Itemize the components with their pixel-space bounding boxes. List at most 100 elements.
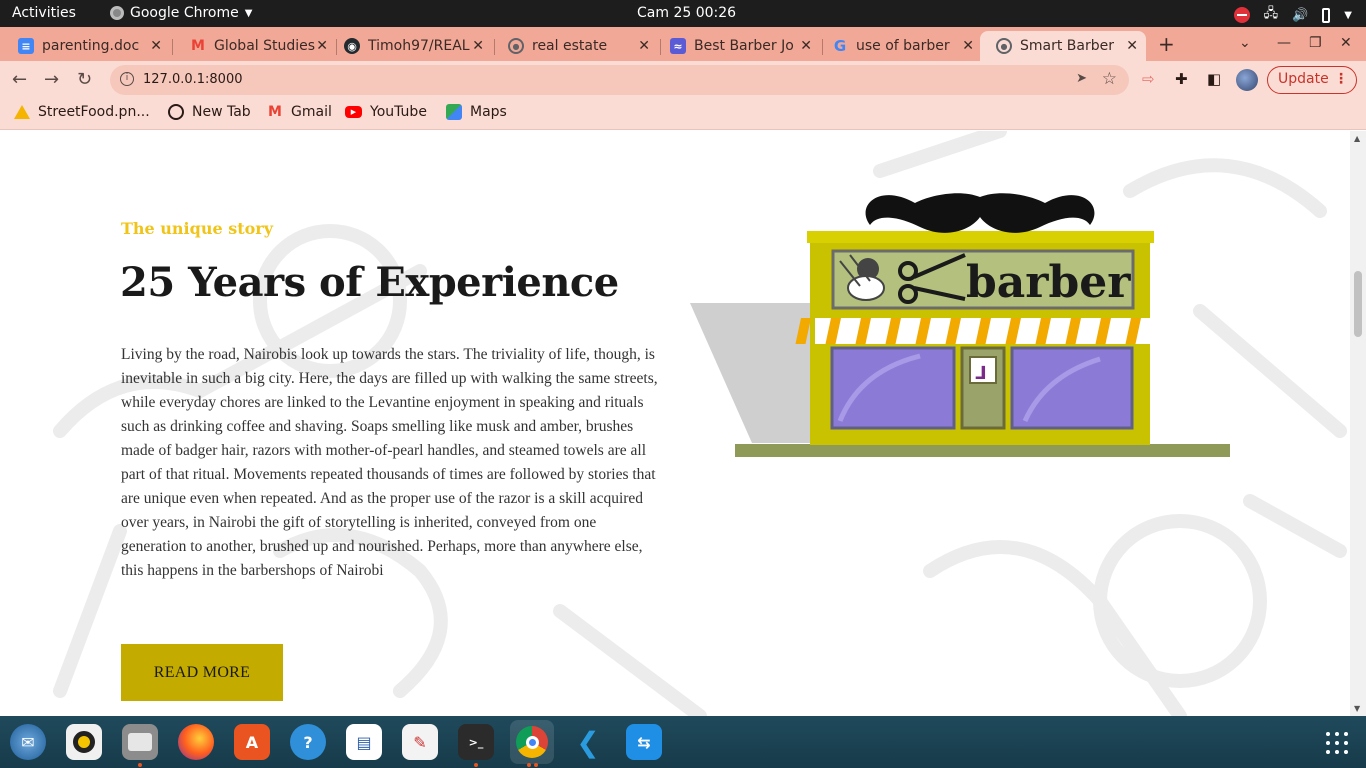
files-icon[interactable]: [122, 724, 158, 760]
close-icon[interactable]: ✕: [472, 38, 484, 54]
bookmark-maps[interactable]: Maps: [446, 104, 507, 120]
page-scrollbar[interactable]: ▲ ▼: [1350, 131, 1366, 716]
page-viewport[interactable]: The unique story 25 Years of Experience …: [0, 131, 1366, 716]
activities-button[interactable]: Activities: [12, 5, 76, 21]
restore-icon[interactable]: ❐: [1309, 35, 1322, 51]
volume-icon: 🔊: [1292, 7, 1309, 23]
network-icon: 🖧: [1263, 6, 1279, 21]
bookmarks-bar: StreetFood.pn... New Tab M Gmail ▶ YouTu…: [0, 99, 1366, 130]
bookmark-streetfood[interactable]: StreetFood.pn...: [14, 104, 150, 120]
clock[interactable]: Cam 25 00:26: [637, 5, 736, 21]
tab-title: Smart Barber: [1020, 38, 1114, 54]
close-icon[interactable]: ✕: [638, 38, 650, 54]
chevron-down-icon: ▼: [244, 7, 253, 19]
shop-window-left: [830, 346, 956, 430]
site-icon: ≈: [670, 38, 686, 54]
minimize-icon[interactable]: —: [1277, 35, 1291, 51]
screencast-extension-icon[interactable]: ⇨: [1142, 70, 1155, 88]
update-label: Update: [1278, 71, 1329, 87]
app-center-icon[interactable]: A: [234, 724, 270, 760]
read-more-button[interactable]: READ MORE: [121, 644, 283, 701]
tab-real-estate[interactable]: ● real estate ✕: [492, 31, 658, 61]
url-text[interactable]: 127.0.0.1:8000: [143, 72, 243, 87]
tab-use-of-barber[interactable]: G use of barber ✕: [816, 31, 982, 61]
firefox-icon[interactable]: [178, 724, 214, 760]
close-icon[interactable]: ✕: [800, 38, 812, 54]
close-icon[interactable]: ✕: [150, 38, 162, 54]
google-icon: G: [833, 37, 847, 55]
close-window-icon[interactable]: ✕: [1340, 35, 1352, 51]
bookmark-star-icon[interactable]: ☆: [1102, 69, 1117, 89]
globe-icon: [168, 104, 184, 120]
vscode-icon[interactable]: ❮: [570, 724, 606, 760]
barber-shop-illustration: barber ⅃: [690, 193, 1230, 457]
address-bar[interactable]: i 127.0.0.1:8000 ➤ ☆: [110, 65, 1129, 95]
scroll-down-icon[interactable]: ▼: [1354, 704, 1360, 713]
google-drive-icon: [14, 105, 30, 119]
tab-best-barber[interactable]: ≈ Best Barber Jo ✕: [654, 31, 820, 61]
system-top-bar: Activities Google Chrome ▼ Cam 25 00:26 …: [0, 0, 1366, 27]
new-tab-button[interactable]: +: [1158, 32, 1175, 56]
tab-smart-barber[interactable]: ● Smart Barber ✕: [980, 31, 1146, 61]
google-maps-icon: [446, 104, 462, 120]
terminal-icon[interactable]: >_: [458, 724, 494, 760]
close-icon[interactable]: ✕: [316, 38, 328, 54]
globe-icon: ●: [996, 38, 1012, 54]
close-icon[interactable]: ✕: [1126, 38, 1138, 54]
forward-icon[interactable]: →: [44, 69, 59, 90]
profile-avatar[interactable]: [1236, 69, 1258, 91]
do-not-disturb-icon: [1233, 7, 1250, 23]
thunderbird-icon[interactable]: ✉: [10, 724, 46, 760]
svg-text:⅃: ⅃: [975, 363, 986, 384]
gmail-icon: M: [191, 38, 205, 54]
tab-github[interactable]: ◉ Timoh97/REAL ✕: [328, 31, 492, 61]
tab-title: use of barber: [856, 38, 950, 54]
scroll-up-icon[interactable]: ▲: [1354, 134, 1360, 143]
bookmark-label: Maps: [470, 104, 507, 120]
tab-title: parenting.doc: [42, 38, 140, 54]
text-editor-icon[interactable]: ✎: [402, 724, 438, 760]
globe-icon: ●: [508, 38, 524, 54]
gmail-icon: M: [268, 104, 282, 120]
tab-title: Best Barber Jo: [694, 38, 794, 54]
shop-sign-text: barber: [966, 257, 1131, 308]
close-icon[interactable]: ✕: [962, 38, 974, 54]
back-icon[interactable]: ←: [12, 69, 27, 90]
site-info-icon[interactable]: i: [120, 72, 134, 86]
bookmark-gmail[interactable]: M Gmail: [267, 104, 332, 120]
more-menu-icon: ⋮: [1334, 71, 1348, 87]
reload-icon[interactable]: ↻: [77, 69, 92, 90]
chrome-icon: [516, 726, 548, 758]
mustache-icon: [865, 193, 1095, 233]
send-tab-icon[interactable]: ➤: [1076, 71, 1087, 86]
google-docs-icon: ≡: [18, 38, 34, 54]
system-tray[interactable]: 🖧 🔊 ▼: [1233, 4, 1352, 26]
extensions-puzzle-icon[interactable]: ✚: [1175, 70, 1188, 88]
github-icon: ◉: [344, 38, 360, 54]
teamviewer-icon[interactable]: ⇆: [626, 724, 662, 760]
dock: ✉ A ? ▤ ✎ >_ ❮ ⇆: [0, 716, 1366, 768]
libreoffice-writer-icon[interactable]: ▤: [346, 724, 382, 760]
app-menu[interactable]: Google Chrome ▼: [110, 5, 252, 21]
tab-global-studies[interactable]: M Global Studies ✕: [174, 31, 336, 61]
bookmark-youtube[interactable]: ▶ YouTube: [345, 104, 427, 120]
bookmark-label: Gmail: [291, 104, 332, 120]
section-eyebrow: The unique story: [121, 219, 273, 238]
tab-search-icon[interactable]: ⌄: [1239, 35, 1251, 51]
help-icon[interactable]: ?: [290, 724, 326, 760]
update-button[interactable]: Update ⋮: [1267, 66, 1357, 94]
show-applications-icon[interactable]: [1326, 732, 1348, 754]
page-title: 25 Years of Experience: [120, 259, 619, 306]
chevron-down-icon: ▼: [1344, 9, 1352, 21]
story-paragraph: Living by the road, Nairobis look up tow…: [121, 346, 658, 579]
rhythmbox-icon[interactable]: [66, 724, 102, 760]
side-panel-icon[interactable]: ◧: [1207, 70, 1221, 88]
scrollbar-thumb[interactable]: [1354, 271, 1362, 337]
tab-parenting[interactable]: ≡ parenting.doc ✕: [2, 31, 170, 61]
bookmark-label: New Tab: [192, 104, 251, 120]
bookmark-new-tab[interactable]: New Tab: [168, 104, 251, 120]
awning: [795, 318, 1150, 344]
tab-title: Global Studies: [214, 38, 316, 54]
app-menu-label: Google Chrome: [130, 5, 239, 21]
chrome-icon-wrap[interactable]: [510, 720, 554, 764]
